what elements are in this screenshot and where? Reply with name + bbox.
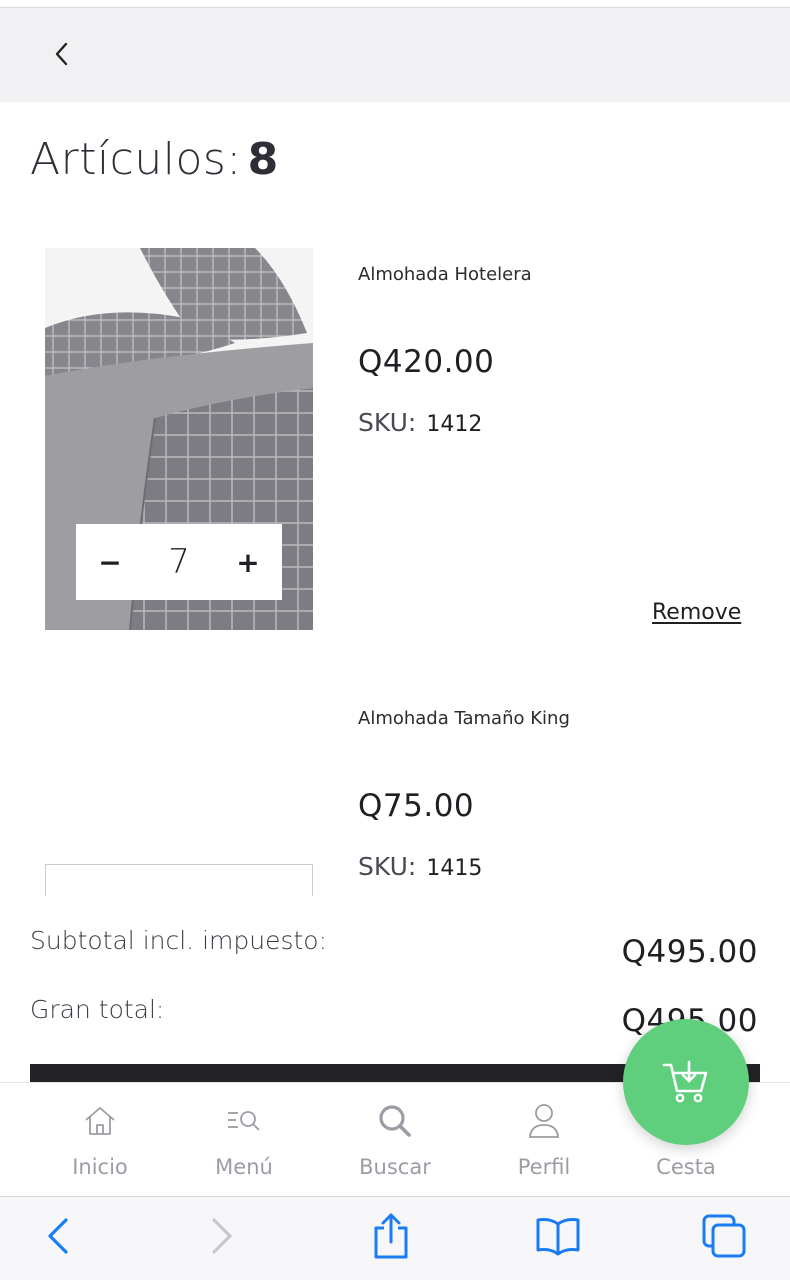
- user-icon: [529, 1104, 559, 1138]
- remove-item-link[interactable]: Remove: [652, 600, 741, 625]
- decrease-quantity-button[interactable]: −: [98, 546, 122, 579]
- product-price: Q420.00: [358, 344, 495, 380]
- sku-label: SKU:: [358, 852, 417, 881]
- cart-fab-button[interactable]: [623, 1019, 749, 1145]
- sku-value: 1415: [426, 856, 483, 881]
- subtotal-label: Subtotal incl. impuesto:: [30, 926, 328, 955]
- increase-quantity-button[interactable]: +: [236, 546, 260, 579]
- sku-value: 1412: [426, 412, 483, 437]
- quantity-stepper: − 7 +: [76, 524, 282, 600]
- menu-search-icon: [228, 1111, 260, 1131]
- cart-download-icon: [662, 1060, 708, 1103]
- tab-menu[interactable]: Menú: [174, 1083, 314, 1197]
- app-header: [0, 8, 790, 102]
- tabs-icon: [702, 1214, 746, 1258]
- back-button[interactable]: [42, 34, 82, 74]
- product-name[interactable]: Almohada Hotelera: [358, 264, 532, 285]
- tab-label: Perfil: [517, 1155, 571, 1179]
- sku-label: SKU:: [358, 408, 417, 437]
- browser-forward-button[interactable]: [192, 1211, 252, 1261]
- product-image[interactable]: [45, 864, 313, 896]
- home-icon: [85, 1107, 115, 1135]
- chevron-right-icon: [212, 1218, 232, 1254]
- chevron-left-icon: [55, 42, 68, 66]
- items-count: 8: [247, 134, 279, 185]
- tab-label: Inicio: [72, 1155, 128, 1179]
- tabs-button[interactable]: [694, 1211, 754, 1261]
- subtotal-value: Q495.00: [621, 934, 758, 970]
- product-name[interactable]: Almohada Tamaño King: [358, 708, 570, 729]
- tab-label: Menú: [215, 1155, 273, 1179]
- book-icon: [536, 1218, 580, 1256]
- bookmarks-button[interactable]: [528, 1211, 588, 1261]
- share-icon: [374, 1213, 408, 1259]
- tab-buscar[interactable]: Buscar: [325, 1083, 465, 1197]
- chevron-left-icon: [48, 1218, 68, 1254]
- tab-label: Cesta: [656, 1155, 716, 1179]
- product-price: Q75.00: [358, 788, 475, 824]
- product-sku: SKU: 1415: [358, 852, 482, 881]
- items-label: Artículos:: [30, 134, 242, 185]
- product-sku: SKU: 1412: [358, 408, 482, 437]
- grand-total-label: Gran total:: [30, 995, 165, 1024]
- tab-label: Buscar: [359, 1155, 431, 1179]
- status-divider: [0, 0, 790, 8]
- browser-back-button[interactable]: [28, 1211, 88, 1261]
- search-icon: [379, 1105, 411, 1137]
- quantity-value[interactable]: 7: [168, 542, 190, 582]
- tab-perfil[interactable]: Perfil: [474, 1083, 614, 1197]
- share-button[interactable]: [361, 1211, 421, 1261]
- tab-inicio[interactable]: Inicio: [30, 1083, 170, 1197]
- browser-toolbar: [0, 1196, 790, 1280]
- page-title: Artículos: 8: [30, 134, 279, 185]
